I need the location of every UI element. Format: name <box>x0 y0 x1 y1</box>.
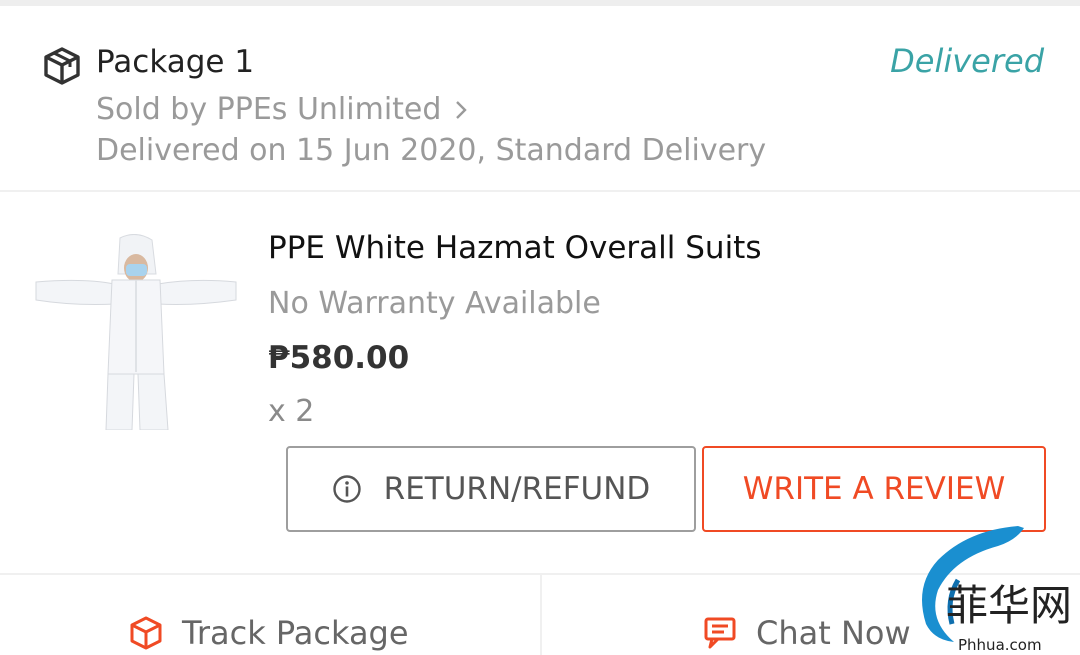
return-refund-label: RETURN/REFUND <box>383 471 651 507</box>
product-price: ₱580.00 <box>268 340 410 376</box>
warranty-info: No Warranty Available <box>268 286 601 321</box>
product-title[interactable]: PPE White Hazmat Overall Suits <box>268 230 762 266</box>
track-package-icon <box>130 616 162 650</box>
chevron-right-icon <box>456 100 468 119</box>
watermark-url: Phhua.com <box>958 636 1042 654</box>
track-package-label: Track Package <box>182 614 409 652</box>
package-title: Package 1 <box>96 44 255 80</box>
watermark-logo: 菲华网 <box>922 526 1072 642</box>
vertical-divider <box>540 575 542 655</box>
product-quantity: x 2 <box>268 394 315 429</box>
svg-text:菲华网: 菲华网 <box>946 581 1072 630</box>
write-review-label: WRITE A REVIEW <box>742 471 1006 507</box>
info-icon <box>332 475 361 503</box>
delivery-status: Delivered <box>890 42 1044 80</box>
divider <box>0 190 1080 192</box>
chat-now-button[interactable]: Chat Now <box>702 608 911 655</box>
return-refund-button[interactable]: RETURN/REFUND <box>286 446 696 532</box>
seller-name: Sold by PPEs Unlimited <box>96 92 442 127</box>
track-package-button[interactable]: Track Package <box>128 608 409 655</box>
package-header: Package 1 Delivered Sold by PPEs Unlimit… <box>0 6 1080 190</box>
chat-icon <box>704 617 736 649</box>
chat-now-label: Chat Now <box>756 614 911 652</box>
product-image[interactable] <box>34 234 238 430</box>
delivery-info: Delivered on 15 Jun 2020, Standard Deliv… <box>96 133 767 168</box>
package-icon <box>44 47 80 85</box>
seller-link[interactable]: Sold by PPEs Unlimited <box>96 92 471 127</box>
